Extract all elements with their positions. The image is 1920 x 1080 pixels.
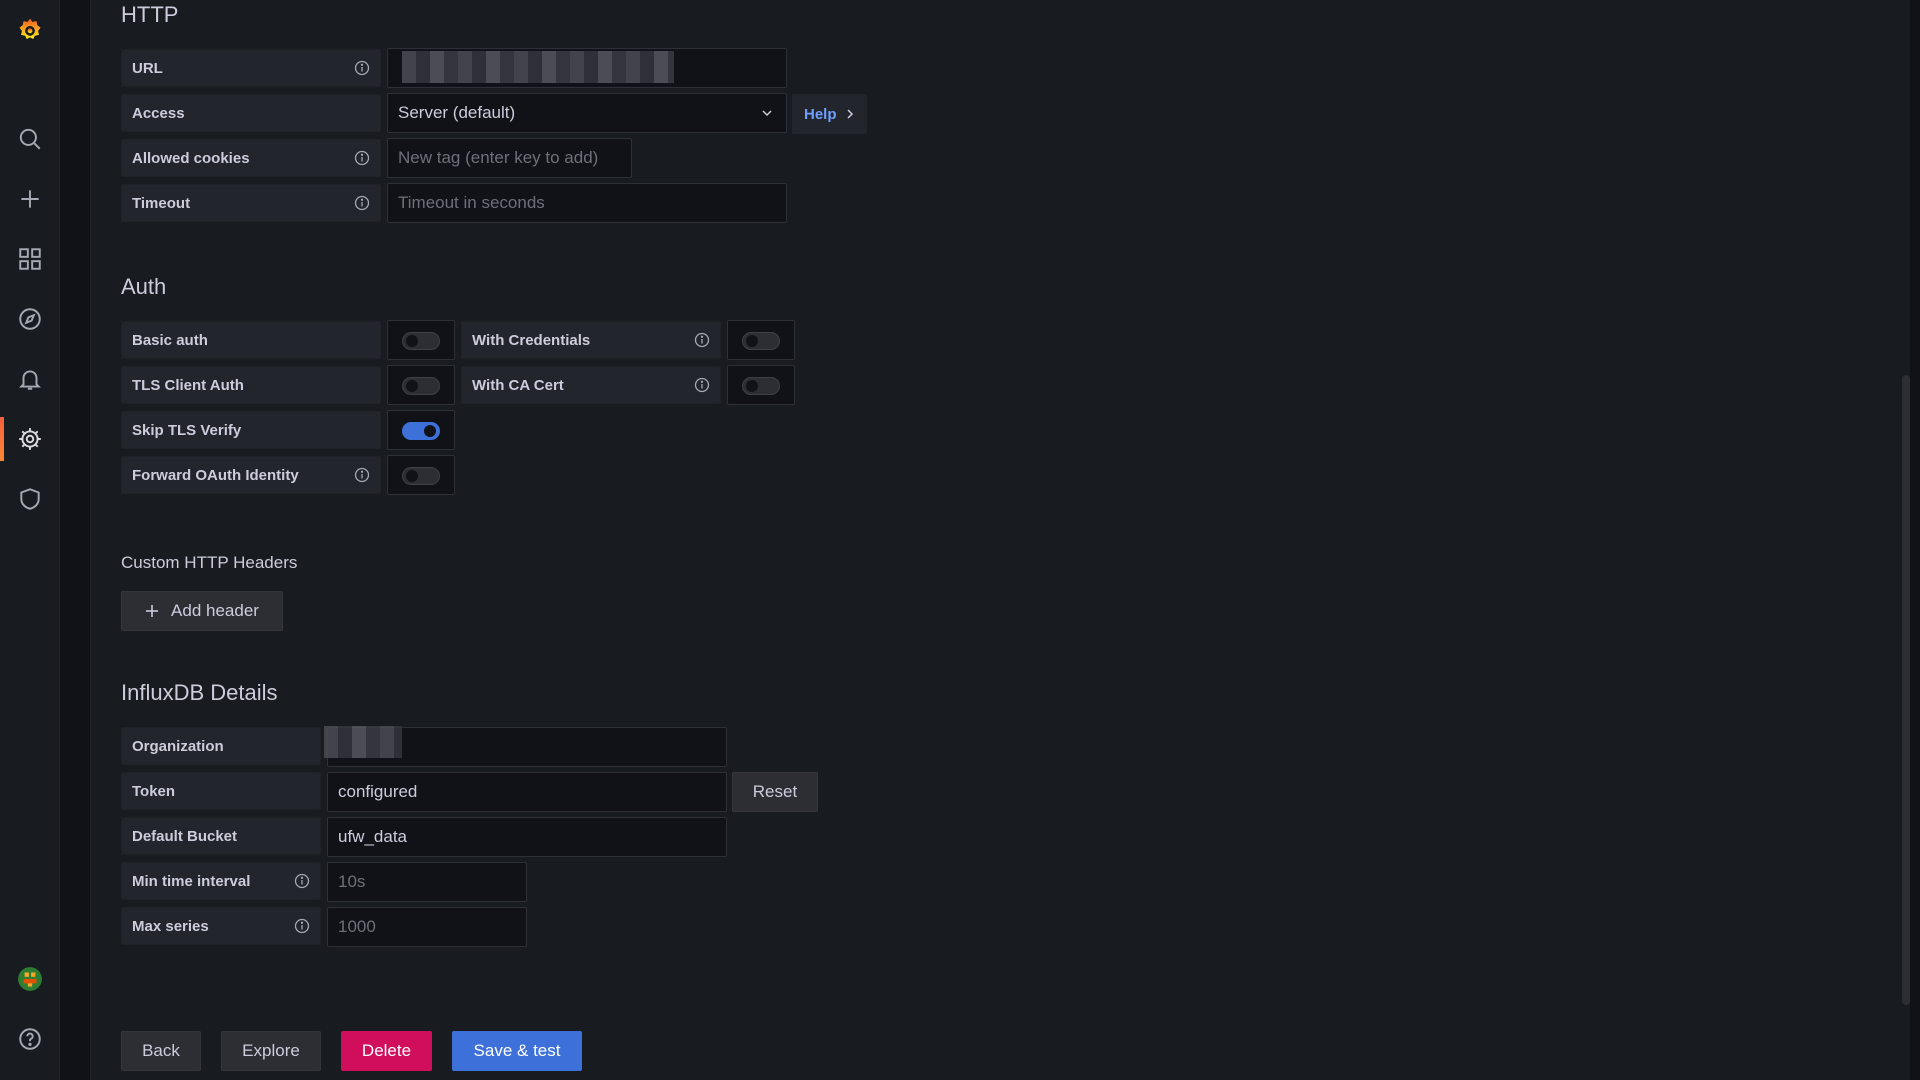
chevron-down-icon — [762, 110, 772, 117]
forward-oauth-label: Forward OAuth Identity — [121, 456, 381, 494]
max-series-input[interactable]: 1000 — [327, 907, 527, 947]
default-bucket-input[interactable]: ufw_data — [327, 817, 727, 857]
organization-input[interactable] — [324, 726, 727, 767]
basic-auth-toggle[interactable] — [402, 332, 440, 350]
help-button[interactable]: Help — [792, 94, 867, 134]
shield-icon[interactable] — [0, 475, 60, 523]
http-section-title: HTTP — [121, 2, 179, 27]
question-circle-icon[interactable] — [0, 1015, 60, 1063]
forward-oauth-toggle[interactable] — [402, 467, 440, 485]
max-series-label: Max series — [121, 907, 321, 945]
bell-icon[interactable] — [0, 355, 60, 403]
min-time-interval-input[interactable]: 10s — [327, 862, 527, 902]
basic-auth-label-text: Basic auth — [132, 331, 208, 349]
info-icon[interactable] — [354, 467, 370, 483]
info-icon[interactable] — [294, 873, 310, 889]
url-input[interactable] — [387, 48, 787, 88]
tls-client-auth-label: TLS Client Auth — [121, 366, 381, 404]
explore-button[interactable]: Explore — [221, 1031, 321, 1071]
add-header-button[interactable]: Add header — [121, 591, 283, 631]
info-icon[interactable] — [294, 918, 310, 934]
grafana-logo-icon[interactable] — [0, 6, 60, 54]
info-icon[interactable] — [694, 377, 710, 393]
skip-tls-verify-label: Skip TLS Verify — [121, 411, 381, 449]
url-label: URL — [121, 49, 381, 87]
min-time-interval-label-text: Min time interval — [132, 872, 251, 890]
basic-auth-toggle-box — [387, 320, 455, 360]
with-ca-cert-toggle[interactable] — [742, 377, 780, 395]
reset-button[interactable]: Reset — [732, 772, 818, 812]
timeout-label-text: Timeout — [132, 194, 191, 212]
forward-oauth-toggle-box — [387, 455, 455, 495]
sidebar — [0, 0, 60, 1080]
default-bucket-label: Default Bucket — [121, 817, 321, 855]
back-button[interactable]: Back — [121, 1031, 201, 1071]
allowed-cookies-input[interactable]: New tag (enter key to add) — [387, 138, 632, 178]
chevron-right-icon — [846, 109, 853, 119]
add-header-label: Add header — [171, 601, 259, 620]
with-ca-cert-label-text: With CA Cert — [472, 376, 564, 394]
auth-section-title: Auth — [121, 274, 167, 299]
skip-tls-verify-toggle-box — [387, 410, 455, 450]
allowed-cookies-label-text: Allowed cookies — [132, 149, 250, 167]
access-label-text: Access — [132, 104, 185, 122]
redacted-url — [402, 51, 674, 83]
tls-client-auth-toggle[interactable] — [402, 377, 440, 395]
basic-auth-label: Basic auth — [121, 321, 381, 359]
plus-icon — [146, 605, 159, 617]
organization-label-text: Organization — [132, 737, 224, 755]
token-label: Token — [121, 772, 321, 810]
with-credentials-toggle[interactable] — [742, 332, 780, 350]
scrollbar[interactable] — [1902, 375, 1910, 1005]
access-select[interactable]: Server (default) — [387, 93, 787, 133]
custom-headers-title: Custom HTTP Headers — [121, 553, 298, 572]
default-bucket-label-text: Default Bucket — [132, 827, 238, 845]
token-label-text: Token — [132, 782, 176, 800]
with-credentials-toggle-box — [727, 320, 795, 360]
max-series-label-text: Max series — [132, 917, 209, 935]
forward-oauth-label-text: Forward OAuth Identity — [132, 466, 299, 484]
avatar-icon[interactable] — [0, 955, 60, 1003]
timeout-input[interactable]: Timeout in seconds — [387, 183, 787, 223]
access-select-value: Server (default) — [398, 103, 516, 122]
timeout-label: Timeout — [121, 184, 381, 222]
info-icon[interactable] — [694, 332, 710, 348]
min-time-interval-label: Min time interval — [121, 862, 321, 900]
with-credentials-label: With Credentials — [461, 321, 721, 359]
token-input[interactable]: configured — [327, 772, 727, 812]
skip-tls-verify-toggle[interactable] — [402, 422, 440, 440]
url-label-text: URL — [132, 59, 163, 77]
compass-icon[interactable] — [0, 295, 60, 343]
with-ca-cert-toggle-box — [727, 365, 795, 405]
influx-section-title: InfluxDB Details — [121, 680, 278, 705]
skip-tls-verify-label-text: Skip TLS Verify — [132, 421, 242, 439]
info-icon[interactable] — [354, 150, 370, 166]
organization-label: Organization — [121, 727, 321, 765]
delete-button[interactable]: Delete — [341, 1031, 432, 1071]
info-icon[interactable] — [354, 195, 370, 211]
gear-icon[interactable] — [0, 415, 60, 463]
with-ca-cert-label: With CA Cert — [461, 366, 721, 404]
help-button-label: Help — [804, 105, 837, 123]
search-icon[interactable] — [0, 115, 60, 163]
access-label: Access — [121, 94, 381, 132]
dashboards-grid-icon[interactable] — [0, 235, 60, 283]
redacted-organization — [324, 726, 402, 758]
with-credentials-label-text: With Credentials — [472, 331, 591, 349]
tls-client-auth-toggle-box — [387, 365, 455, 405]
save-and-test-button[interactable]: Save & test — [452, 1031, 582, 1071]
tls-client-auth-label-text: TLS Client Auth — [132, 376, 244, 394]
datasource-settings-pane: HTTP URL Access Server (default) Help Al… — [90, 0, 1910, 1080]
info-icon[interactable] — [354, 60, 370, 76]
plus-icon[interactable] — [0, 175, 60, 223]
allowed-cookies-label: Allowed cookies — [121, 139, 381, 177]
